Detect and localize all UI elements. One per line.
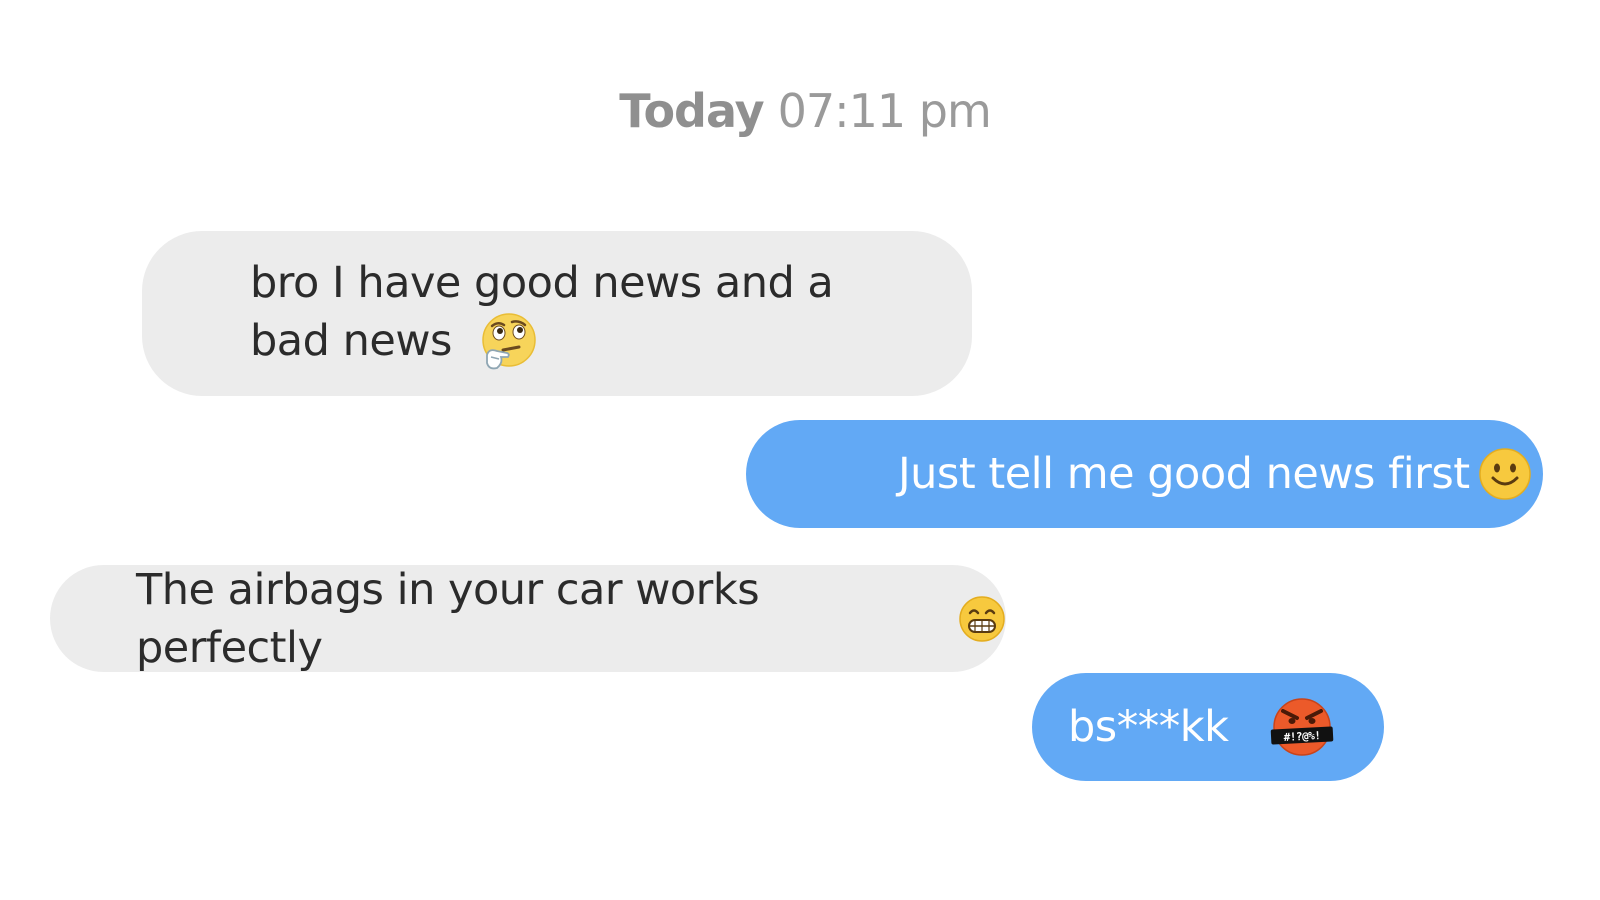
incoming-message-bubble[interactable]: bro I have good news and a bad news <box>142 231 972 396</box>
smiling-face-icon <box>1478 447 1532 501</box>
message-content: bro I have good news and a bad news <box>250 254 850 373</box>
outgoing-message-bubble[interactable]: bs***kk #!?@%! <box>1032 673 1384 781</box>
message-text: The airbags in your car works perfectly <box>136 564 760 673</box>
face-with-symbols-icon: #!?@%! <box>1269 697 1335 757</box>
thinking-face-icon <box>479 313 537 371</box>
outgoing-message-bubble[interactable]: Just tell me good news first <box>746 420 1543 528</box>
conversation-timestamp: Today 07:11 pm <box>0 84 1600 138</box>
message-text: bs***kk <box>1068 702 1229 752</box>
message-text: Just tell me good news first <box>898 449 1470 499</box>
grinning-face-icon <box>958 595 1006 643</box>
symbols-text: #!?@%! <box>1283 729 1320 744</box>
timestamp-time: 07:11 pm <box>777 84 992 138</box>
timestamp-day: Today <box>619 84 764 138</box>
chat-screen: Today 07:11 pm bro I have good news and a… <box>0 0 1600 900</box>
message-text: bro I have good news and a bad news <box>250 258 834 367</box>
incoming-message-bubble[interactable]: The airbags in your car works perfectly <box>50 565 1006 673</box>
